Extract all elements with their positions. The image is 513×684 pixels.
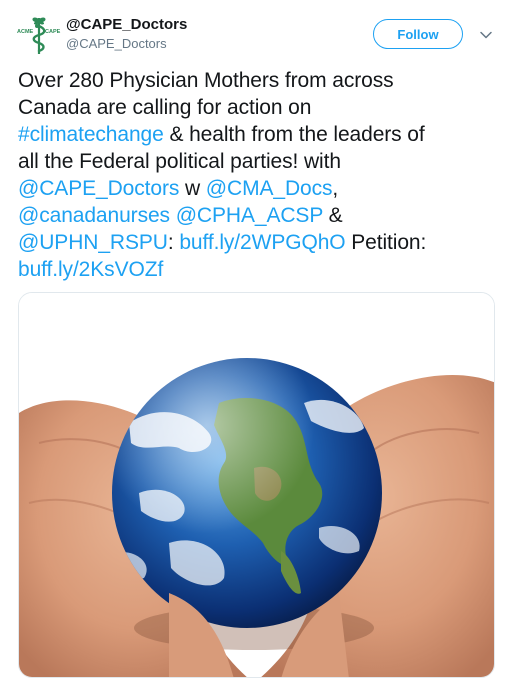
tweet-text-line: @canadanurses @CPHA_ACSP & [18,202,496,229]
tweet-text-segment: Canada are calling for action on [18,96,312,119]
follow-button[interactable]: Follow [373,19,463,49]
mention-link[interactable]: @CMA_Docs [206,177,333,200]
avatar-text-left: ACME [17,29,34,35]
tweet-text-segment: , [332,177,339,200]
chevron-down-icon[interactable] [479,28,493,42]
user-handle[interactable]: @CAPE_Doctors [66,36,167,51]
mention-link[interactable]: @CAPE_Doctors [18,177,179,200]
display-name[interactable]: @CAPE_Doctors [66,16,187,33]
mention-link[interactable]: @UPHN_RSPU [18,231,168,254]
avatar[interactable]: ACME CAPE [16,12,62,58]
tweet-text-line: @UPHN_RSPU: buff.ly/2WPGQhO Petition: [18,229,496,256]
tweet-header: ACME CAPE @CAPE_Doctors @CAPE_Doctors Fo… [0,0,513,62]
mention-link[interactable]: @CPHA_ACSP [176,204,323,227]
tweet-text-segment: Petition: [345,231,427,254]
tweet-text-line: #climatechange & health from the leaders… [18,121,496,148]
tweet-text-segment: Over 280 Physician Mothers from across [18,69,394,92]
tweet-text-segment: & health from the leaders of [163,123,425,146]
tweet-image[interactable] [18,292,495,678]
hashtag-link[interactable]: #climatechange [18,123,164,146]
tweet-text-segment: w [179,177,206,200]
url-link[interactable]: buff.ly/2KsVOZf [18,258,163,281]
tweet-text-line: all the Federal political parties! with [18,148,496,175]
tweet-text-segment: : [167,231,180,254]
tweet-text-line: Over 280 Physician Mothers from across [18,67,496,94]
url-link[interactable]: buff.ly/2WPGQhO [179,231,345,254]
tweet-text-segment: all the Federal political parties! with [18,150,341,173]
mention-link[interactable]: @canadanurses [18,204,170,227]
hands-holding-earth-image [19,293,494,677]
tweet-text-line: Canada are calling for action on [18,94,496,121]
tweet-text: Over 280 Physician Mothers from across Ca… [18,67,496,283]
tweet-text-line: @CAPE_Doctors w @CMA_Docs, [18,175,496,202]
tweet-text-segment: & [322,204,343,227]
avatar-text-right: CAPE [45,29,61,35]
tweet-text-line: buff.ly/2KsVOZf [18,256,496,283]
